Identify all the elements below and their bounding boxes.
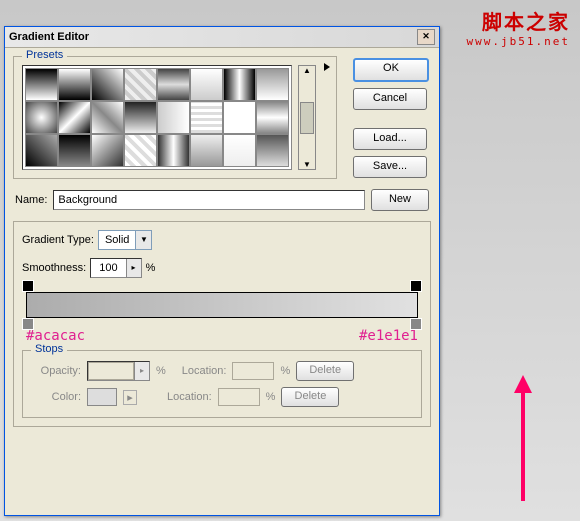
color-label: Color: — [31, 391, 81, 403]
gradient-type-label: Gradient Type: — [22, 234, 94, 246]
load-button[interactable]: Load... — [353, 128, 427, 150]
preset-swatch[interactable] — [91, 68, 124, 101]
location-input — [232, 362, 274, 380]
preset-swatch[interactable] — [91, 101, 124, 134]
color-stop-right[interactable] — [410, 318, 422, 330]
preset-swatch[interactable] — [25, 68, 58, 101]
opacity-label: Opacity: — [31, 365, 81, 377]
preset-swatches — [22, 65, 292, 170]
preset-swatch[interactable] — [157, 101, 190, 134]
dialog-title: Gradient Editor — [9, 27, 89, 47]
preset-swatch[interactable] — [58, 68, 91, 101]
ok-button[interactable]: OK — [353, 58, 429, 82]
titlebar[interactable]: Gradient Editor ✕ — [5, 27, 439, 48]
scroll-up-icon[interactable]: ▲ — [303, 66, 311, 75]
name-input[interactable] — [53, 190, 365, 210]
gradient-editor-dialog: Gradient Editor ✕ OK Cancel Load... Save… — [4, 26, 440, 516]
preset-swatch[interactable] — [223, 101, 256, 134]
color-well — [87, 388, 117, 406]
preset-swatch[interactable] — [58, 101, 91, 134]
gradient-bar[interactable] — [26, 292, 418, 318]
smoothness-value: 100 — [91, 259, 125, 277]
preset-swatch[interactable] — [58, 134, 91, 167]
opacity-stop-left[interactable] — [22, 280, 34, 292]
preset-swatch[interactable] — [223, 68, 256, 101]
preset-swatch[interactable] — [91, 134, 124, 167]
location-label-2: Location: — [167, 391, 212, 403]
location-input-2 — [218, 388, 260, 406]
new-button[interactable]: New — [371, 189, 429, 211]
watermark-url: www.jb51.net — [467, 35, 570, 48]
preset-swatch[interactable] — [25, 101, 58, 134]
gradient-type-value: Solid — [99, 231, 135, 249]
caret-right-icon[interactable]: ▸ — [126, 259, 141, 277]
smoothness-input[interactable]: 100 ▸ — [90, 258, 141, 278]
hex-right: #e1e1e1 — [359, 328, 418, 344]
gradient-type-select[interactable]: Solid ▼ — [98, 230, 152, 250]
watermark-cn: 脚本之家 — [467, 6, 570, 35]
name-label: Name: — [15, 194, 47, 206]
preset-swatch[interactable] — [256, 68, 289, 101]
stops-fieldset: Stops Opacity: ▸ % Location: % Delete Co… — [22, 350, 422, 418]
preset-swatch[interactable] — [256, 134, 289, 167]
annotation-arrow — [521, 391, 525, 501]
hex-annotations: #acacac #e1e1e1 — [26, 328, 418, 344]
delete-opacity-button: Delete — [296, 361, 354, 381]
chevron-down-icon[interactable]: ▼ — [135, 231, 151, 249]
preset-swatch[interactable] — [190, 134, 223, 167]
cancel-button[interactable]: Cancel — [353, 88, 427, 110]
scrollbar[interactable]: ▲ ▼ — [298, 65, 316, 170]
opacity-input: ▸ — [87, 361, 150, 381]
presets-label: Presets — [22, 49, 67, 61]
watermark: 脚本之家 www.jb51.net — [467, 6, 570, 48]
dialog-buttons: OK Cancel Load... Save... — [353, 58, 429, 178]
scroll-down-icon[interactable]: ▼ — [303, 160, 311, 169]
location-label: Location: — [182, 365, 227, 377]
hex-left: #acacac — [26, 328, 85, 344]
percent-label: % — [146, 262, 156, 274]
smoothness-label: Smoothness: — [22, 262, 86, 274]
preset-swatch[interactable] — [124, 101, 157, 134]
flyout-icon[interactable] — [324, 63, 330, 71]
close-icon[interactable]: ✕ — [417, 29, 435, 45]
opacity-stop-right[interactable] — [410, 280, 422, 292]
preset-swatch[interactable] — [190, 68, 223, 101]
stops-legend: Stops — [31, 343, 67, 355]
preset-swatch[interactable] — [124, 68, 157, 101]
gradient-preview[interactable] — [26, 292, 418, 318]
preset-swatch[interactable] — [157, 134, 190, 167]
preset-swatch[interactable] — [124, 134, 157, 167]
delete-color-button: Delete — [281, 387, 339, 407]
presets-fieldset: Presets ▲ ▼ — [13, 56, 337, 179]
gradient-settings: Gradient Type: Solid ▼ Smoothness: 100 ▸… — [13, 221, 431, 427]
scroll-thumb[interactable] — [300, 102, 314, 134]
preset-swatch[interactable] — [256, 101, 289, 134]
name-row: Name: New — [15, 189, 429, 211]
preset-swatch[interactable] — [223, 134, 256, 167]
save-button[interactable]: Save... — [353, 156, 427, 178]
preset-swatch[interactable] — [190, 101, 223, 134]
preset-swatch[interactable] — [157, 68, 190, 101]
color-stop-left[interactable] — [22, 318, 34, 330]
preset-swatch[interactable] — [25, 134, 58, 167]
